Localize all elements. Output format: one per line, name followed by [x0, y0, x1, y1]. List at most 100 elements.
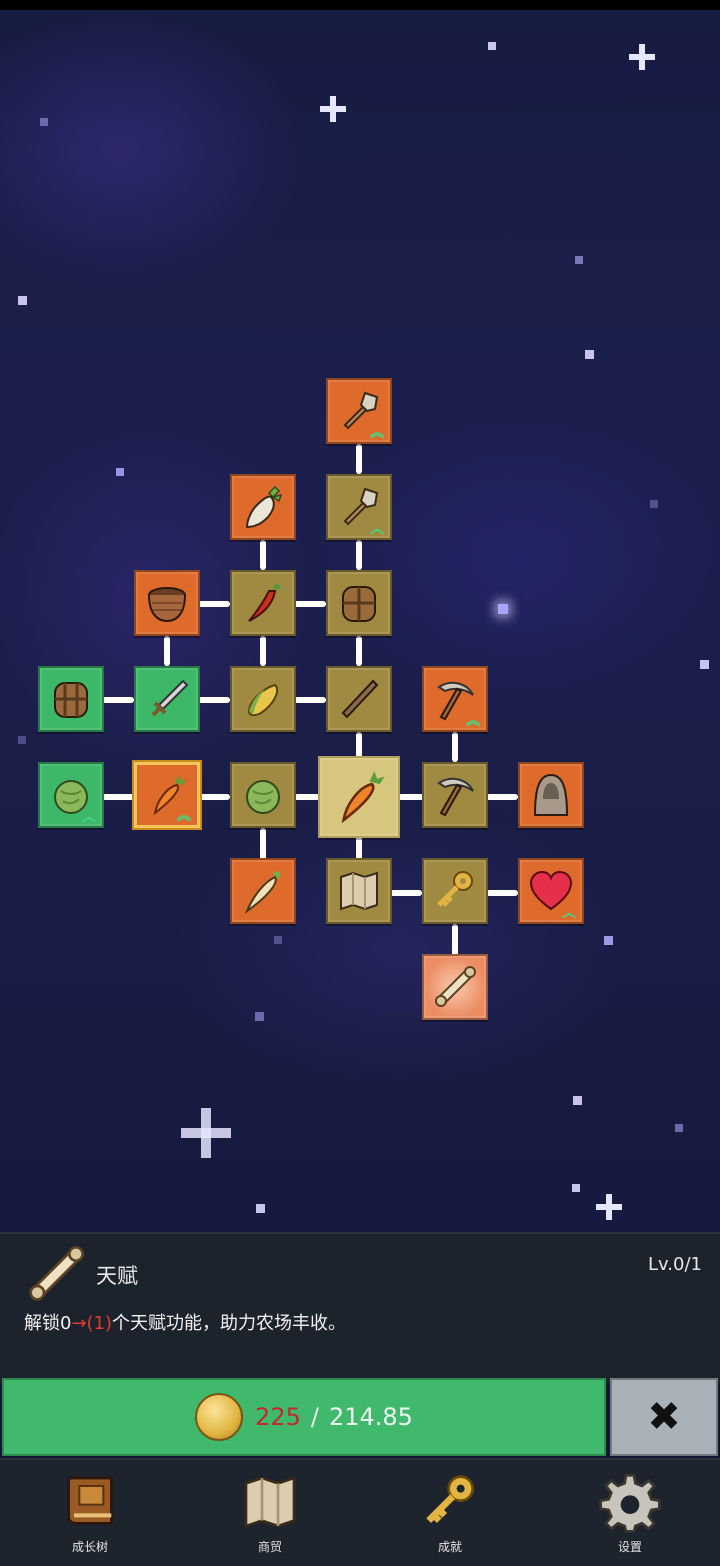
pickaxe-node-1[interactable]: ︽ — [422, 666, 488, 732]
carrot-node-selected[interactable]: ︽ — [134, 762, 200, 828]
star — [274, 936, 282, 944]
sword-node[interactable] — [134, 666, 200, 732]
nav-label: 设置 — [617, 1540, 642, 1554]
upgrade-arrow-icon: ︽ — [177, 808, 191, 824]
nav-label: 成长树 — [71, 1540, 108, 1554]
gear-icon — [599, 1474, 661, 1533]
talent-description: 解锁0→(1)个天赋功能，助力农场丰收。 — [24, 1309, 346, 1335]
sparkle — [320, 96, 346, 122]
radish-icon — [245, 485, 283, 529]
stick-node[interactable] — [326, 666, 392, 732]
nav-achievements[interactable]: 成就 — [390, 1470, 510, 1560]
price-value: 225 — [255, 1403, 301, 1431]
key-icon — [437, 871, 473, 907]
hooded-figure-node[interactable] — [518, 762, 584, 828]
talent-info-panel: 天赋 Lv.0/1 解锁0→(1)个天赋功能，助力农场丰收。 — [0, 1232, 720, 1384]
upgrade-arrow-icon: ︿ — [370, 521, 384, 537]
nav-label: 商贸 — [257, 1540, 282, 1554]
chili-node[interactable] — [230, 570, 296, 636]
cabbage-node-1[interactable]: ︿ — [38, 762, 104, 828]
parsnip-node[interactable] — [230, 858, 296, 924]
map-node[interactable] — [326, 858, 392, 924]
talent-title: 天赋 — [96, 1264, 138, 1288]
upgrade-arrow-icon: ︿ — [562, 905, 576, 921]
sparkle — [629, 44, 655, 70]
connector — [356, 540, 362, 570]
star — [498, 604, 508, 614]
book-icon — [67, 1476, 113, 1525]
description-suffix: 个天赋功能，助力农场丰收。 — [112, 1313, 347, 1334]
star — [675, 1124, 683, 1132]
backpack-node-1[interactable] — [326, 570, 392, 636]
corn-node[interactable] — [230, 666, 296, 732]
nav-label: 成就 — [437, 1540, 462, 1554]
corn-icon — [247, 683, 279, 717]
heart-node[interactable]: ︿ — [518, 858, 584, 924]
shovel-node-2[interactable]: ︿ — [326, 474, 392, 540]
scroll-node[interactable] — [422, 954, 488, 1020]
star — [256, 1204, 265, 1213]
backpack-node-2[interactable] — [38, 666, 104, 732]
connector — [294, 601, 326, 607]
nav-settings[interactable]: 设置 — [570, 1470, 690, 1560]
cabbage-icon — [246, 780, 280, 814]
upgrade-arrow-icon: ︽ — [370, 425, 384, 441]
connector — [102, 697, 134, 703]
key-node[interactable] — [422, 858, 488, 924]
connector — [356, 444, 362, 474]
connector — [452, 732, 458, 762]
connector — [260, 636, 266, 666]
connector — [294, 794, 320, 800]
star — [585, 350, 594, 359]
star — [40, 118, 48, 126]
stick-icon — [341, 679, 379, 719]
connector — [260, 828, 266, 860]
bowl-node[interactable] — [134, 570, 200, 636]
sparkle — [181, 1108, 231, 1158]
scroll-icon — [29, 1246, 84, 1301]
cabbage-node-2[interactable] — [230, 762, 296, 828]
talent-level: Lv.0/1 — [648, 1254, 702, 1275]
star — [575, 256, 583, 264]
backpack-icon — [342, 586, 376, 622]
connector — [198, 794, 230, 800]
connector — [486, 794, 518, 800]
description-highlight: →(1) — [71, 1313, 113, 1334]
nav-trade[interactable]: 商贸 — [210, 1470, 330, 1560]
connector — [390, 890, 422, 896]
connector — [260, 540, 266, 570]
connector — [164, 636, 170, 666]
scroll-icon — [435, 966, 476, 1007]
talent-tree-canvas[interactable]: ︽ ︿ ︽ ︿ ︽ ︿ — [0, 0, 720, 1232]
carrot-node-center[interactable] — [318, 756, 400, 838]
nav-growth-tree[interactable]: 成长树 — [30, 1470, 150, 1560]
radish-node[interactable] — [230, 474, 296, 540]
star — [650, 500, 658, 508]
star — [700, 660, 709, 669]
description-prefix: 解锁0 — [24, 1313, 72, 1334]
connector — [398, 794, 424, 800]
backpack-icon — [54, 682, 88, 718]
parsnip-icon — [244, 871, 281, 914]
star — [255, 1012, 264, 1021]
star — [573, 1096, 582, 1105]
price-separator: / — [310, 1403, 319, 1431]
purchase-button[interactable]: 225 / 214.85 — [2, 1378, 606, 1456]
connector — [198, 697, 230, 703]
coin-icon — [195, 1393, 244, 1441]
close-button[interactable]: ✖ — [610, 1378, 718, 1456]
shovel-node-1[interactable]: ︽ — [326, 378, 392, 444]
pickaxe-icon — [437, 777, 474, 817]
key-icon — [426, 1475, 474, 1524]
star — [488, 42, 496, 50]
star — [18, 296, 27, 305]
upgrade-arrow-icon: ︽ — [466, 713, 480, 729]
connector — [356, 836, 362, 860]
chili-icon — [248, 583, 281, 622]
connector — [452, 924, 458, 956]
star — [116, 468, 124, 476]
pickaxe-node-2[interactable] — [422, 762, 488, 828]
sparkle — [596, 1194, 622, 1220]
connector — [356, 732, 362, 758]
hooded-figure-icon — [533, 773, 569, 816]
